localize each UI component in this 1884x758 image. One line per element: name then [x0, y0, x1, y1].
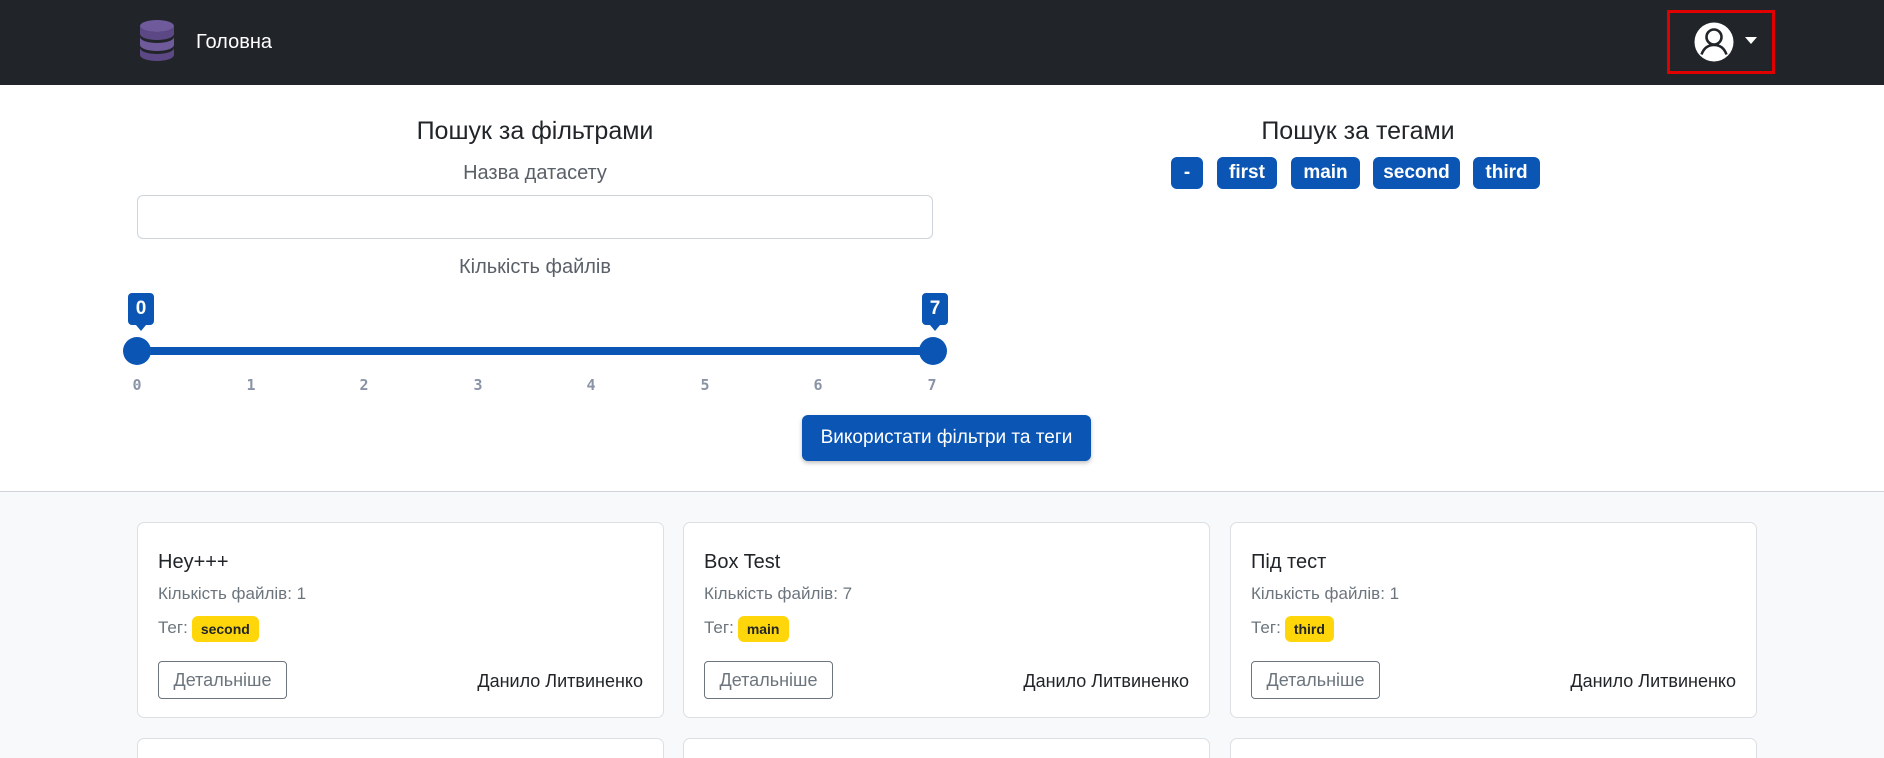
dataset-card: Hey+++ Кількість файлів: 1 Тег: second Де…	[137, 522, 664, 718]
dataset-card: Під тест Кількість файлів: 1 Тег: third Д…	[1230, 522, 1757, 718]
dataset-card: Box Test Кількість файлів: 7 Тег: main Де…	[683, 522, 1210, 718]
tag-filter-third[interactable]: third	[1473, 157, 1540, 189]
dataset-tag-row: Тег: second	[158, 615, 259, 642]
slider-tick: 0	[132, 376, 142, 394]
slider-low-handle[interactable]	[123, 337, 151, 365]
dataset-card-partial	[683, 738, 1210, 758]
dataset-author: Данило Литвиненко	[477, 671, 643, 691]
dataset-author: Данило Литвиненко	[1023, 671, 1189, 691]
file-count-slider-track[interactable]	[137, 347, 933, 355]
slider-tick: 4	[586, 376, 596, 394]
details-button[interactable]: Детальніше	[158, 661, 287, 699]
tag-label: Тег:	[704, 618, 734, 637]
apply-filters-button[interactable]: Використати фільтри та теги	[802, 415, 1091, 461]
tag-badge: main	[737, 615, 789, 642]
dataset-title: Під тест	[1251, 551, 1327, 573]
caret-down-icon[interactable]	[1745, 37, 1757, 44]
tag-filter-first[interactable]: first	[1217, 157, 1277, 189]
dataset-name-input[interactable]	[137, 195, 933, 239]
dataset-tag-row: Тег: third	[1251, 615, 1334, 642]
user-circle-icon[interactable]	[1694, 22, 1734, 62]
tag-badge: third	[1284, 615, 1334, 642]
slider-low-value: 0	[128, 293, 154, 331]
slider-tick: 2	[359, 376, 369, 394]
tag-badge: second	[191, 615, 259, 642]
dataset-title: Box Test	[704, 551, 781, 573]
dataset-file-count: Кількість файлів: 1	[158, 584, 307, 603]
dataset-file-count: Кількість файлів: 7	[704, 584, 853, 603]
slider-tick: 3	[473, 376, 483, 394]
dataset-title: Hey+++	[158, 551, 229, 573]
tag-label: Тег:	[158, 618, 188, 637]
dataset-card-partial	[1230, 738, 1757, 758]
slider-tick: 7	[927, 376, 937, 394]
details-button[interactable]: Детальніше	[1251, 661, 1380, 699]
file-count-label: Кількість файлів	[458, 256, 611, 278]
tag-filter-none[interactable]: -	[1171, 157, 1203, 189]
tag-filter-second[interactable]: second	[1373, 157, 1460, 189]
tags-title: Пошук за тегами	[1261, 117, 1455, 145]
dataset-file-count: Кількість файлів: 1	[1251, 584, 1400, 603]
slider-high-value: 7	[922, 293, 948, 331]
dataset-author: Данило Литвиненко	[1570, 671, 1736, 691]
slider-tick: 6	[813, 376, 823, 394]
details-button[interactable]: Детальніше	[704, 661, 833, 699]
tag-filter-main[interactable]: main	[1291, 157, 1360, 189]
dataset-name-label: Назва датасету	[463, 162, 607, 184]
dataset-tag-row: Тег: main	[704, 615, 789, 642]
slider-tick: 5	[700, 376, 710, 394]
top-navbar: Головна	[0, 0, 1884, 85]
dataset-card-partial	[137, 738, 664, 758]
home-link[interactable]: Головна	[196, 30, 272, 54]
tag-label: Тег:	[1251, 618, 1281, 637]
filter-panel: Пошук за фільтрами Назва датасету Кількі…	[0, 85, 1884, 492]
user-menu-dropdown[interactable]	[1667, 10, 1775, 74]
filters-title: Пошук за фільтрами	[416, 117, 654, 145]
slider-high-handle[interactable]	[919, 337, 947, 365]
database-icon[interactable]	[138, 19, 176, 61]
slider-tick: 1	[246, 376, 256, 394]
